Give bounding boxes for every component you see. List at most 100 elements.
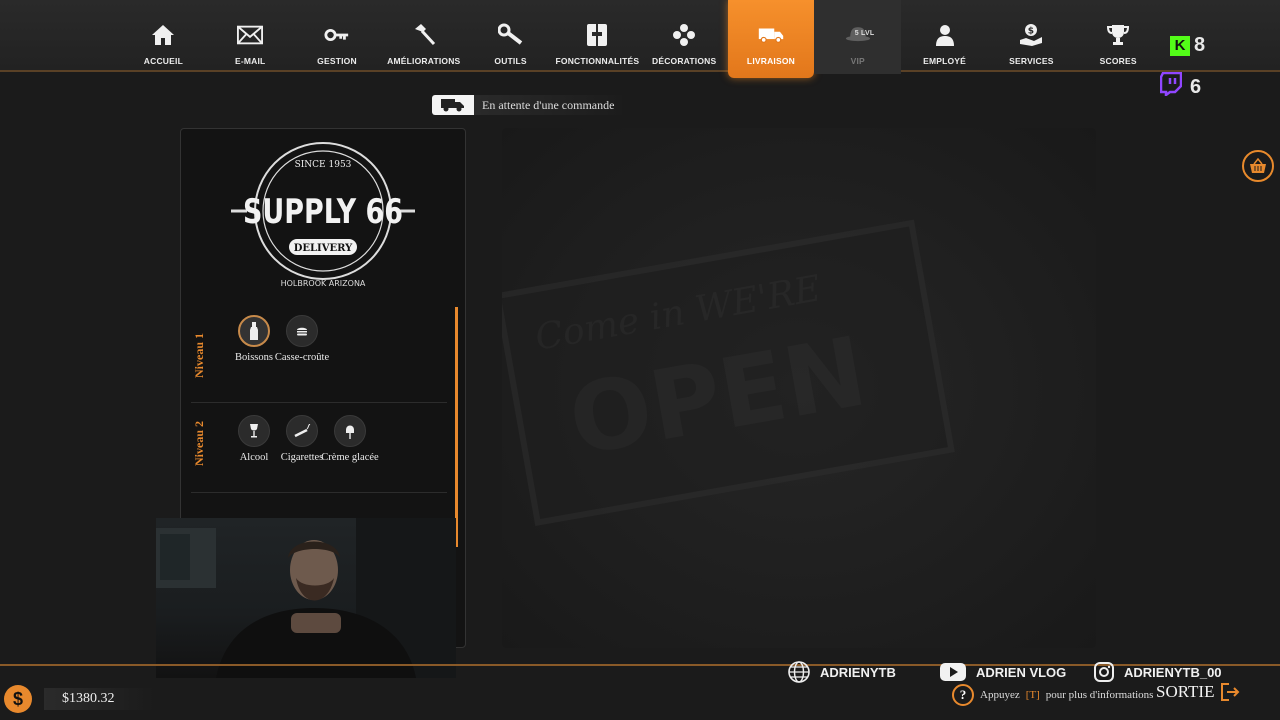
logo-since: SINCE 1953 [295, 160, 352, 170]
website-social: ADRIENYTB [788, 661, 896, 683]
level-1-products: Boissons Casse-croûte [235, 315, 329, 364]
product-boissons[interactable]: Boissons [235, 315, 273, 364]
kick-viewers: K 8 [1170, 34, 1205, 57]
nav-services[interactable]: $ SERVICES [988, 0, 1075, 74]
nav-label: DÉCORATIONS [651, 56, 717, 66]
employee-icon [932, 22, 958, 48]
wrench-icon [497, 22, 524, 48]
youtube-icon [940, 663, 966, 681]
level-label: Niveau 2 [191, 420, 206, 466]
nav-decorations[interactable]: DÉCORATIONS [641, 0, 728, 74]
supply-66-logo: SINCE 1953 SUPPLY 66 DELIVERY HOLBROOK A… [227, 141, 419, 293]
help-icon[interactable]: ? [952, 684, 974, 706]
youtube-social: ADRIEN VLOG [940, 662, 1066, 682]
open-sign-image: Come in WE'RE OPEN [494, 219, 955, 526]
truck-icon [758, 22, 784, 48]
delivery-status: En attente d'une commande [432, 95, 623, 115]
nav-email[interactable]: E-MAIL [207, 0, 294, 74]
nav-label: OUTILS [494, 56, 527, 66]
bottle-icon [238, 315, 270, 347]
delivery-status-text: En attente d'une commande [474, 95, 623, 115]
nav-scores[interactable]: SCORES [1075, 0, 1162, 74]
level-2-section: Niveau 2 Alcool Cigarettes Crème glacée [191, 403, 447, 493]
webcam-overlay [156, 518, 456, 678]
twitch-count: 6 [1190, 75, 1202, 98]
level-divider [191, 492, 447, 493]
help-suffix: pour plus d'informations [1045, 689, 1154, 701]
level-label: Niveau 1 [191, 332, 206, 378]
home-icon [150, 22, 176, 48]
basket-button[interactable] [1242, 150, 1274, 182]
help-prefix: Appuyez [980, 689, 1020, 701]
instagram-social: ADRIENYTB_00 [1094, 662, 1222, 682]
nav-label: AMÉLIORATIONS [387, 56, 461, 66]
product-creme-glacee[interactable]: Crème glacée [321, 415, 379, 464]
truck-icon [432, 95, 474, 115]
help-key: [T] [1025, 689, 1040, 701]
svg-text:$: $ [1028, 27, 1034, 37]
nav-fonctionnalites[interactable]: FONCTIONNALITÉS [554, 0, 641, 74]
exit-icon [1221, 683, 1240, 701]
money-amount: $1380.32 [44, 688, 154, 710]
nav-vip[interactable]: 5 LVL VIP [814, 0, 902, 74]
product-name: Crème glacée [321, 452, 379, 463]
streamer-video [156, 518, 456, 678]
features-icon [584, 22, 610, 48]
product-casse-croute[interactable]: Casse-croûte [275, 315, 329, 364]
nav-label: FONCTIONNALITÉS [555, 56, 640, 66]
mail-icon [237, 22, 264, 48]
nav-label: E-MAIL [234, 56, 266, 66]
cigarette-icon [286, 415, 318, 447]
nav-label: SERVICES [1009, 56, 1054, 66]
vip-level-badge: 5 LVL [854, 30, 875, 37]
services-icon: $ [1018, 22, 1044, 48]
logo-location: HOLBROOK ARIZONA [281, 279, 366, 288]
nav-employe[interactable]: EMPLOYÉ [901, 0, 988, 74]
product-name: Casse-croûte [274, 352, 330, 363]
nav-ameliorations[interactable]: AMÉLIORATIONS [380, 0, 467, 74]
globe-icon [788, 661, 810, 683]
bottom-divider [0, 664, 1280, 666]
nav-label: VIP [850, 56, 865, 66]
exit-label: SORTIE [1156, 682, 1215, 701]
nav-label: SCORES [1099, 56, 1137, 66]
delivery-preview-area: Come in WE'RE OPEN [494, 128, 1096, 648]
ice-cream-icon [334, 415, 366, 447]
hammer-icon [411, 22, 437, 48]
twitch-viewers: 6 [1159, 71, 1202, 102]
product-cigarettes[interactable]: Cigarettes [281, 415, 323, 464]
basket-icon [1250, 158, 1266, 173]
nav-livraison[interactable]: LIVRAISON [727, 0, 815, 78]
nav-gestion[interactable]: GESTION [294, 0, 381, 74]
website-handle: ADRIENYTB [820, 664, 896, 680]
nav-label: GESTION [317, 56, 357, 66]
nav-outils[interactable]: OUTILS [467, 0, 554, 74]
instagram-handle: ADRIENYTB_00 [1124, 664, 1222, 680]
twitch-icon [1159, 71, 1183, 102]
main-nav: ACCUEIL E-MAIL GESTION AMÉLIORATIONS OUT… [120, 0, 1162, 78]
help-hint: ? Appuyez [T] pour plus d'informations [952, 684, 1153, 706]
youtube-handle: ADRIEN VLOG [976, 664, 1067, 680]
product-alcool[interactable]: Alcool [237, 415, 271, 464]
burger-icon [286, 315, 318, 347]
nav-label: EMPLOYÉ [923, 56, 967, 66]
level-2-products: Alcool Cigarettes Crème glacée [237, 415, 379, 464]
nav-accueil[interactable]: ACCUEIL [120, 0, 207, 74]
nav-label: LIVRAISON [746, 56, 796, 66]
trophy-icon [1105, 22, 1131, 48]
kick-icon: K [1170, 35, 1190, 56]
money-display: $ $1380.32 [4, 684, 154, 714]
exit-button[interactable]: SORTIE [1156, 682, 1240, 702]
nav-label: ACCUEIL [143, 56, 183, 66]
level-1-section: Niveau 1 Boissons Casse-croûte [191, 315, 447, 403]
logo-tag: DELIVERY [294, 243, 353, 254]
dollar-coin-icon: $ [4, 685, 32, 713]
kick-count: 8 [1194, 34, 1206, 56]
hat-icon: 5 LVL [845, 22, 874, 48]
key-icon [324, 22, 350, 48]
flower-icon [671, 22, 697, 48]
wine-glass-icon [238, 415, 270, 447]
logo-name: SUPPLY 66 [243, 192, 403, 232]
panel-scrollbar[interactable] [455, 307, 458, 547]
instagram-icon [1094, 662, 1114, 682]
